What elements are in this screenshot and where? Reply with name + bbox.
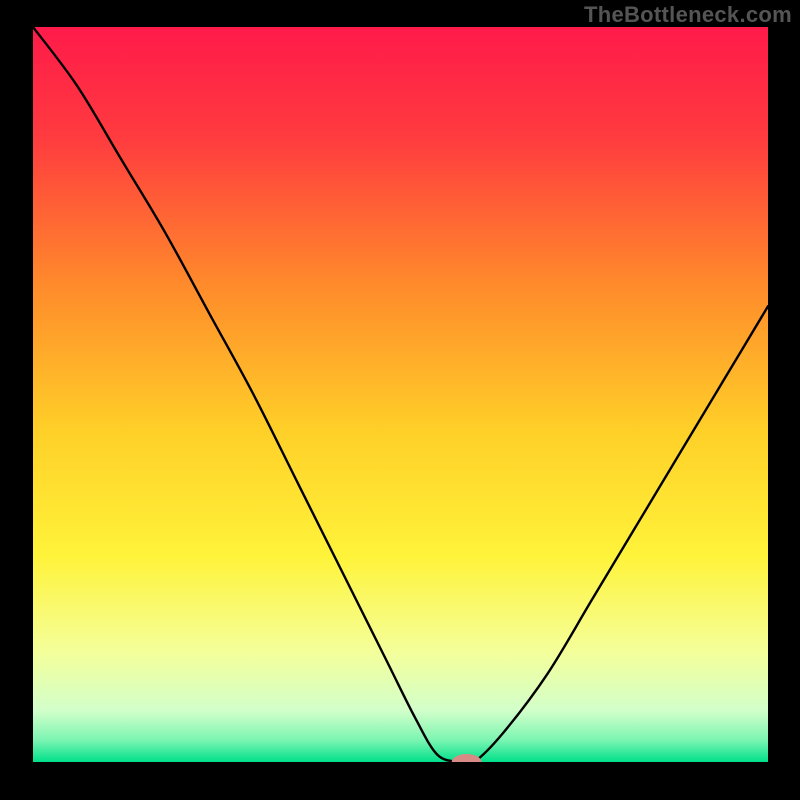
plot-area [33,27,768,762]
chart-frame: TheBottleneck.com [0,0,800,800]
watermark-text: TheBottleneck.com [584,2,792,28]
optimal-point-marker [33,27,768,762]
